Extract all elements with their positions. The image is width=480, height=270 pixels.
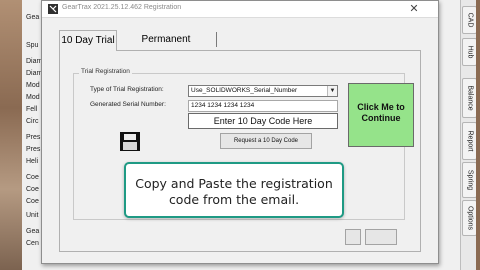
group-label: Trial Registration — [79, 68, 132, 75]
side-tab-label: Spring — [466, 169, 473, 191]
background-label: Fell — [26, 106, 38, 113]
tab-panel-10-day-trial: Trial Registration Type of Trial Registr… — [59, 50, 421, 252]
background-label: Mod — [26, 94, 40, 101]
side-tab-label: Options — [466, 205, 473, 231]
background-texture-right — [476, 0, 480, 270]
chevron-down-icon: ▼ — [327, 86, 337, 96]
side-tab-hub[interactable]: Hub — [462, 38, 477, 66]
background-label: Spu — [26, 42, 39, 49]
close-icon: ✕ — [409, 3, 419, 15]
background-label: Coe — [26, 186, 39, 193]
background-label: Unit — [26, 212, 39, 219]
background-label: Gea — [26, 14, 40, 21]
background-label: Mod — [26, 82, 40, 89]
tab-divider — [216, 32, 217, 47]
background-label: Heli — [26, 158, 39, 165]
serial-number-value: 1234 1234 1234 1234 — [191, 102, 255, 109]
background-label: Coe — [26, 174, 39, 181]
background-label: Pres — [26, 134, 41, 141]
side-tab-options[interactable]: Options — [462, 200, 477, 236]
side-tab-label: CAD — [466, 12, 473, 28]
instruction-callout: Copy and Paste the registration code fro… — [124, 162, 344, 218]
side-tab-label: Hub — [466, 45, 473, 59]
registration-dialog: GearTrax 2021.25.12.462 Registration ✕ 1… — [41, 0, 439, 264]
floppy-shutter — [124, 134, 136, 140]
request-10-day-code-button[interactable]: Request a 10 Day Code — [220, 133, 312, 149]
background-texture-left — [0, 0, 22, 270]
background-label: Circ — [26, 118, 39, 125]
click-me-continue-button[interactable]: Click Me to Continue — [348, 83, 414, 147]
title-bar[interactable]: GearTrax 2021.25.12.462 Registration ✕ — [42, 1, 438, 18]
footer-button[interactable] — [365, 229, 397, 245]
side-tab-spring[interactable]: Spring — [462, 162, 477, 198]
trial-type-value: Use_SOLIDWORKS_Serial_Number — [191, 87, 298, 94]
serial-number-label: Generated Serial Number: — [90, 101, 166, 108]
background-label: Coe — [26, 198, 39, 205]
close-button[interactable]: ✕ — [392, 2, 436, 16]
window-title: GearTrax 2021.25.12.462 Registration — [62, 4, 182, 11]
tab-10-day-trial[interactable]: 10 Day Trial — [59, 30, 117, 51]
background-label: Diam — [26, 58, 43, 65]
side-tab-strip: CAD Hub Balance Report Spring Options — [460, 0, 477, 270]
background-label: Pres — [26, 146, 41, 153]
side-tab-cad[interactable]: CAD — [462, 6, 477, 34]
background-label: Diam — [26, 70, 43, 77]
trial-type-label: Type of Trial Registration: — [90, 86, 164, 93]
floppy-disk-icon[interactable] — [120, 132, 140, 151]
side-tab-label: Balance — [466, 85, 473, 111]
continue-button-label: Click Me to Continue — [357, 102, 405, 123]
side-tab-balance[interactable]: Balance — [462, 78, 477, 118]
floppy-label — [123, 142, 137, 150]
footer-button-small[interactable] — [345, 229, 361, 245]
serial-number-field[interactable]: 1234 1234 1234 1234 — [188, 100, 338, 112]
side-tab-report[interactable]: Report — [462, 122, 477, 160]
day-code-input[interactable]: Enter 10 Day Code Here — [188, 113, 338, 129]
tab-permanent-registration[interactable]: Permanent Registration — [116, 30, 216, 65]
background-label: Gea — [26, 228, 40, 235]
side-tab-label: Report — [466, 130, 473, 152]
trial-type-select[interactable]: Use_SOLIDWORKS_Serial_Number ▼ — [188, 85, 338, 97]
callout-text: Copy and Paste the registration code fro… — [135, 176, 333, 207]
background-label: Cen — [26, 240, 39, 247]
geartrax-app-icon — [48, 4, 58, 14]
